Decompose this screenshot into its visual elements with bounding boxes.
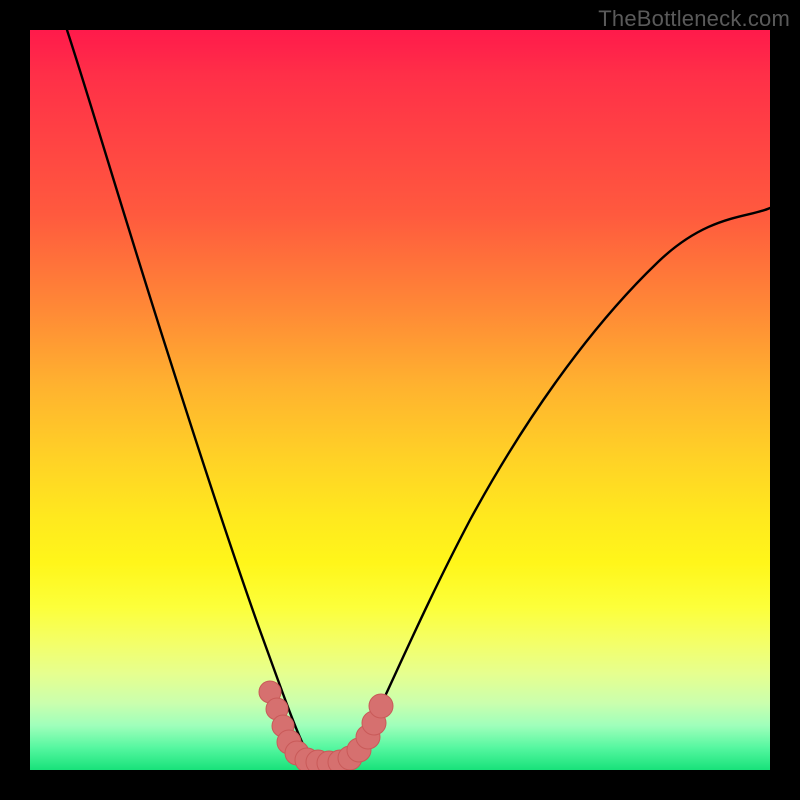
attribution-text: TheBottleneck.com xyxy=(598,6,790,32)
chart-svg xyxy=(30,30,770,770)
marker-dot xyxy=(369,694,393,718)
left-curve xyxy=(67,30,317,763)
marker-layer xyxy=(259,681,393,770)
outer-frame: TheBottleneck.com xyxy=(0,0,800,800)
plot-area xyxy=(30,30,770,770)
curve-layer xyxy=(67,30,770,763)
right-curve xyxy=(343,208,770,763)
